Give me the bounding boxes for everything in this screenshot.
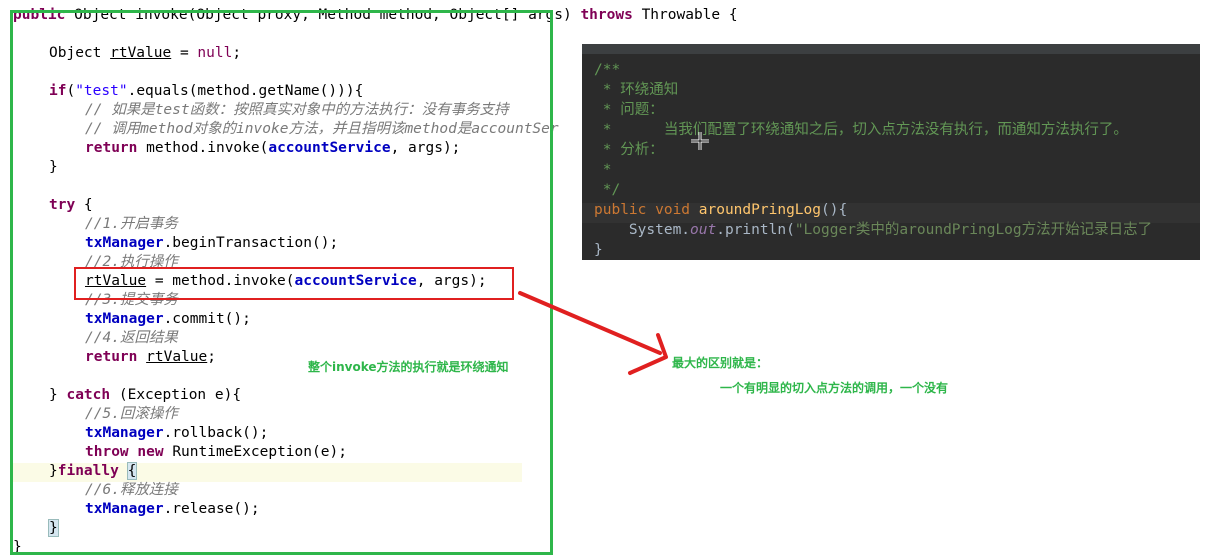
crosshair-cursor-icon [691,132,709,150]
panel-line: * [594,162,612,178]
panel-line: * 环绕通知 [594,82,679,98]
invoke-around-advice-note: 整个invoke方法的执行就是环绕通知 [308,360,509,374]
panel-line: * 分析： [594,142,664,158]
invoke-call-highlight-box [74,267,514,300]
panel-line: } [594,242,603,258]
panel-line: */ [594,182,621,198]
panel-top-bar [582,44,1200,54]
panel-line-println: System.out.println("Logger类中的aroundPring… [594,222,1153,238]
around-advice-code-panel: /** * 环绕通知 * 问题： * 当我们配置了环绕通知之后，切入点方法没有执… [582,44,1200,260]
difference-detail: 一个有明显的切入点方法的调用，一个没有 [720,381,949,395]
panel-line-method-signature: public void aroundPringLog(){ [594,202,848,218]
red-arrow-icon [518,291,668,375]
panel-line: /** [594,62,621,78]
panel-line: * 问题： [594,102,664,118]
panel-line: * 当我们配置了环绕通知之后，切入点方法没有执行，而通知方法执行了。 [594,122,1128,138]
difference-title: 最大的区别就是： [672,356,769,370]
